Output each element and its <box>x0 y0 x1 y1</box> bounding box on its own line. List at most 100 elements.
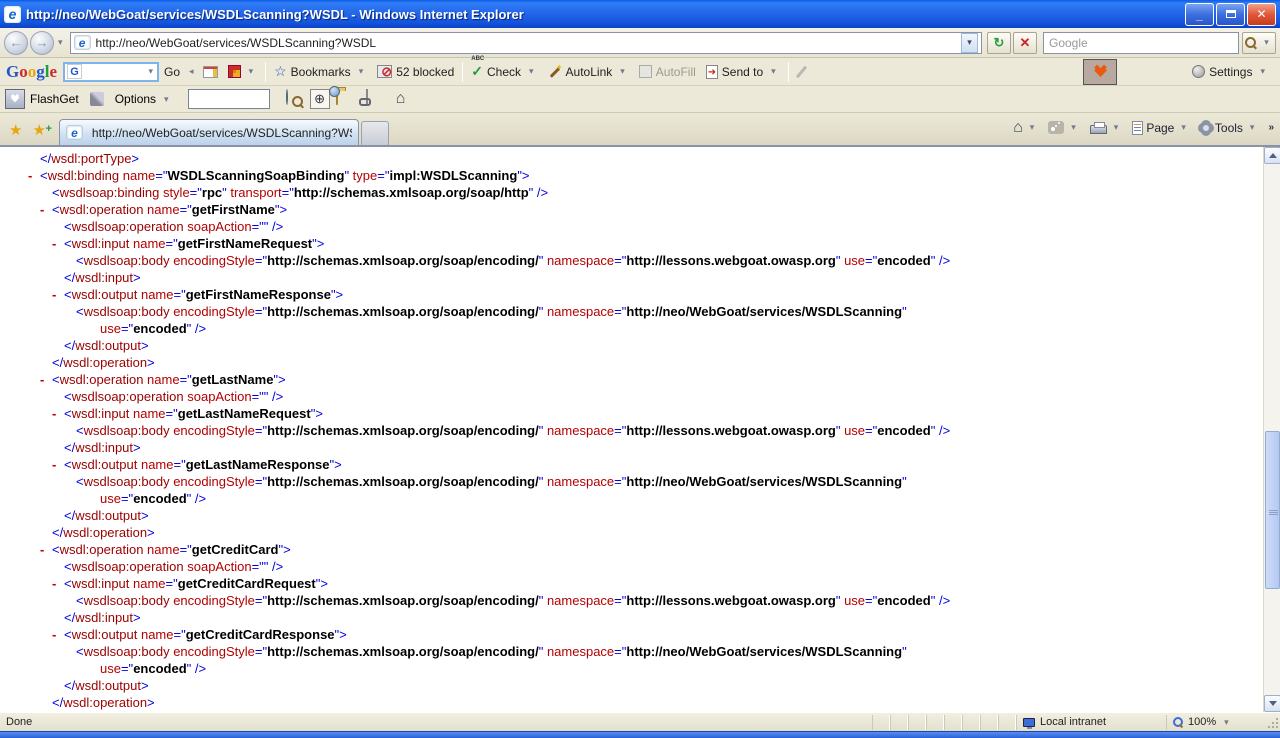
home-dropdown-icon[interactable]: ▾ <box>1026 122 1039 133</box>
flashget-search-input[interactable] <box>188 89 270 109</box>
download-folder-icon[interactable] <box>336 90 354 108</box>
history-dropdown-icon[interactable]: ▾ <box>54 37 67 48</box>
zoom-control[interactable]: 100% ▾ <box>1166 715 1266 730</box>
collapse-marker[interactable]: - <box>40 371 44 388</box>
bookmarks-button[interactable]: ☆ Bookmarks ▾ <box>269 60 372 84</box>
highlighter-icon[interactable] <box>796 65 807 78</box>
home-button[interactable]: ⌂▾ <box>1009 116 1042 140</box>
autolink-button[interactable]: AutoLink ▾ <box>543 60 634 84</box>
toolbar-collapse-icon[interactable]: ◂ <box>185 66 198 77</box>
collapse-marker[interactable]: - <box>52 286 56 303</box>
scrollbar-thumb[interactable] <box>1265 431 1280 589</box>
check-dropdown-icon[interactable]: ▾ <box>525 66 538 77</box>
send-to-button[interactable]: Send to ▾ <box>701 60 785 84</box>
add-favorite-button[interactable]: ★ <box>27 121 50 145</box>
xml-punctuation: </ <box>52 525 63 540</box>
xml-punctuation: =" <box>614 644 626 659</box>
xml-attribute-name: name <box>119 168 155 183</box>
xml-attribute-value: http://schemas.xmlsoap.org/soap/http <box>294 185 529 200</box>
toolbar-overflow-icon[interactable]: » <box>1264 122 1276 133</box>
search-options-dropdown-icon[interactable]: ▾ <box>1260 37 1273 48</box>
xml-punctuation: "> <box>335 627 347 642</box>
xml-attribute-name: namespace <box>543 304 614 319</box>
forward-button[interactable]: → <box>30 31 54 55</box>
collapse-marker[interactable]: - <box>40 541 44 558</box>
scroll-up-button[interactable] <box>1264 147 1280 164</box>
bookmarks-dropdown-icon[interactable]: ▾ <box>355 66 368 77</box>
xml-punctuation: " /> <box>931 423 950 438</box>
tab-active[interactable]: e http://neo/WebGoat/services/WSDLScanni… <box>59 119 359 145</box>
close-button[interactable]: ✕ <box>1247 3 1276 26</box>
xml-punctuation: </ <box>64 440 75 455</box>
window-title: http://neo/WebGoat/services/WSDLScanning… <box>26 7 1185 22</box>
xml-attribute-name: name <box>129 576 165 591</box>
google-search-dropdown-icon[interactable]: ▾ <box>144 66 157 77</box>
minimize-button[interactable]: _ <box>1185 3 1214 26</box>
autolink-dropdown-icon[interactable]: ▾ <box>616 66 629 77</box>
xml-line: </wsdl:operation> <box>0 524 1263 541</box>
flashget-options-button[interactable]: Options ▾ <box>110 87 178 111</box>
print-dropdown-icon[interactable]: ▾ <box>1110 122 1123 133</box>
google-go-button[interactable]: Go <box>159 60 185 84</box>
spellcheck-button[interactable]: ✓ Check ▾ <box>466 60 542 84</box>
xml-line: </wsdl:output> <box>0 337 1263 354</box>
pagerank-dropdown-icon[interactable]: ▾ <box>245 66 258 77</box>
download-links-icon[interactable] <box>366 90 384 108</box>
collapse-marker[interactable]: - <box>52 626 56 643</box>
xml-tag-name: wsdlsoap:body <box>84 644 170 659</box>
flashget-download-button[interactable] <box>1083 59 1117 85</box>
settings-button[interactable]: Settings ▾ <box>1187 60 1274 84</box>
search-go-button[interactable]: ▾ <box>1242 32 1276 54</box>
xml-punctuation: "> <box>330 457 342 472</box>
flashget-home-icon[interactable]: ⌂ <box>396 90 406 108</box>
scroll-down-button[interactable] <box>1264 695 1280 712</box>
xml-punctuation: =" <box>614 304 626 319</box>
xml-punctuation: > <box>133 270 141 285</box>
xml-punctuation: < <box>40 168 48 183</box>
google-pagerank-button[interactable]: ▾ <box>223 60 263 84</box>
tools-menu-button[interactable]: Tools▾ <box>1196 118 1263 138</box>
google-news-button[interactable] <box>198 60 223 84</box>
collapse-marker[interactable]: - <box>40 201 44 218</box>
xml-tag-name: wsdl:output <box>72 287 138 302</box>
zoom-dropdown-icon[interactable]: ▾ <box>1220 717 1233 728</box>
options-dropdown-icon[interactable]: ▾ <box>160 94 173 105</box>
xml-punctuation: =" <box>180 372 192 387</box>
search-input[interactable]: Google <box>1043 32 1239 54</box>
stop-button[interactable]: ✕ <box>1013 32 1037 54</box>
site-explorer-icon[interactable] <box>286 90 304 108</box>
back-button[interactable]: ← <box>4 31 28 55</box>
settings-dropdown-icon[interactable]: ▾ <box>1256 66 1269 77</box>
resize-grip[interactable] <box>1266 715 1280 730</box>
refresh-button[interactable]: ↻ <box>987 32 1011 54</box>
print-button[interactable]: ▾ <box>1086 118 1127 137</box>
collapse-marker[interactable]: - <box>52 456 56 473</box>
xml-punctuation: > <box>133 610 141 625</box>
feeds-button: ▾ <box>1044 118 1084 137</box>
page-dropdown-icon[interactable]: ▾ <box>1177 122 1190 133</box>
new-tab-button[interactable] <box>361 121 389 145</box>
xml-punctuation: " /> <box>931 253 950 268</box>
options-tool-icon <box>90 92 104 106</box>
xml-punctuation: > <box>141 678 149 693</box>
collapse-marker[interactable]: - <box>28 167 32 184</box>
vertical-scrollbar[interactable] <box>1263 147 1280 712</box>
xml-tag-name: wsdl:input <box>72 236 130 251</box>
address-input[interactable]: e http://neo/WebGoat/services/WSDLScanni… <box>70 32 982 54</box>
address-dropdown-icon[interactable]: ▾ <box>961 33 978 53</box>
page-menu-button[interactable]: Page▾ <box>1128 118 1194 138</box>
flashget-button[interactable]: FlashGet <box>25 87 84 111</box>
rss-icon <box>1048 121 1064 134</box>
collapse-marker[interactable]: - <box>52 235 56 252</box>
collapse-marker[interactable]: - <box>52 575 56 592</box>
favorites-center-button[interactable]: ★ <box>4 121 27 145</box>
xml-attribute-name: encodingStyle <box>170 644 255 659</box>
popup-blocker-button[interactable]: 52 blocked <box>372 60 459 84</box>
send-to-dropdown-icon[interactable]: ▾ <box>767 66 780 77</box>
google-search-input[interactable]: G ▾ <box>63 62 159 82</box>
xml-tag-name: wsdl:operation <box>63 695 147 710</box>
restore-button[interactable] <box>1216 3 1245 26</box>
collapse-marker[interactable]: - <box>52 405 56 422</box>
capture-window-button[interactable]: ⊕ <box>310 89 330 109</box>
tools-dropdown-icon[interactable]: ▾ <box>1246 122 1259 133</box>
